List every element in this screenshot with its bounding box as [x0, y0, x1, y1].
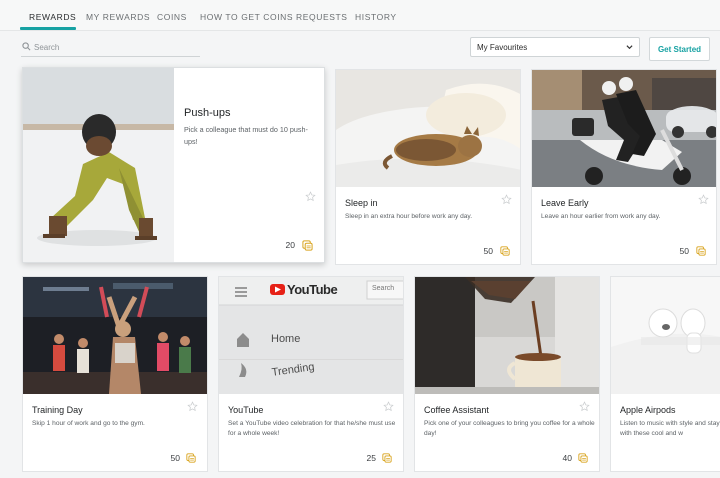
reward-description: Pick one of your colleagues to bring you… [424, 420, 595, 437]
reward-title: Apple Airpods [620, 405, 676, 415]
tab-history[interactable]: HISTORY [355, 12, 397, 22]
youtube-image: YouTube Search Home Trending [219, 277, 403, 394]
youtube-brand-text: YouTube [287, 282, 338, 297]
coin-icon [696, 246, 706, 256]
tab-my-rewards[interactable]: MY REWARDS [86, 12, 150, 22]
favorite-star-icon[interactable] [698, 194, 709, 205]
reward-card-push-ups[interactable]: Push-ups Pick a colleague that must do 1… [22, 67, 325, 263]
active-tab-indicator [20, 27, 76, 30]
coin-icon [302, 240, 313, 251]
reward-price: 50 [483, 246, 493, 256]
favorite-star-icon[interactable] [501, 194, 512, 205]
push-ups-image [23, 68, 174, 262]
favorite-star-icon[interactable] [579, 401, 590, 412]
tab-bar: REWARDS MY REWARDS COINS HOW TO GET COIN… [0, 0, 720, 31]
youtube-home-text: Home [271, 333, 301, 345]
tab-how-to-get-coins[interactable]: HOW TO GET COINS [200, 12, 293, 22]
reward-price: 20 [285, 240, 295, 250]
training-day-image [23, 277, 207, 394]
filter-select-value: My Favourites [477, 43, 528, 52]
get-started-button[interactable]: Get Started [649, 37, 710, 61]
youtube-search-text: Search [372, 285, 395, 292]
reward-description: Sleep in an extra hour before work any d… [345, 213, 473, 220]
tab-coins[interactable]: COINS [157, 12, 187, 22]
reward-price: 50 [679, 246, 689, 256]
reward-title: Coffee Assistant [424, 405, 489, 415]
reward-title: Leave Early [541, 198, 589, 208]
reward-description: Skip 1 hour of work and go to the gym. [32, 420, 145, 427]
reward-card-apple-airpods[interactable]: Apple Airpods Listen to music with style… [610, 276, 720, 472]
search-icon [22, 42, 31, 51]
coin-icon [500, 246, 510, 256]
reward-title: Training Day [32, 405, 83, 415]
filter-select[interactable]: My Favourites [470, 37, 640, 57]
chevron-down-icon [626, 45, 633, 50]
search-box [21, 38, 200, 57]
sleep-in-image [336, 70, 520, 187]
tab-requests[interactable]: REQUESTS [296, 12, 348, 22]
coin-icon [382, 453, 392, 463]
favorite-star-icon[interactable] [187, 401, 198, 412]
reward-title: Push-ups [184, 107, 231, 119]
reward-description: Pick a colleague that must do 10 push-up… [184, 125, 308, 146]
search-input[interactable] [34, 40, 194, 54]
reward-price: 40 [562, 453, 572, 463]
reward-card-leave-early[interactable]: Leave Early Leave an hour earlier from w… [531, 69, 717, 265]
favorite-star-icon[interactable] [305, 191, 316, 202]
reward-card-sleep-in[interactable]: Sleep in Sleep in an extra hour before w… [335, 69, 521, 265]
reward-title: YouTube [228, 405, 264, 415]
coin-icon [578, 453, 588, 463]
reward-card-coffee-assistant[interactable]: Coffee Assistant Pick one of your collea… [414, 276, 600, 472]
reward-title: Sleep in [345, 198, 378, 208]
apple-airpods-image [611, 277, 720, 394]
reward-price: 25 [366, 453, 376, 463]
tab-rewards[interactable]: REWARDS [29, 12, 76, 22]
reward-card-youtube[interactable]: YouTube Search Home Trending YouTube Set… [218, 276, 404, 472]
reward-description: Listen to music with style and stay tech… [620, 420, 720, 437]
coin-icon [186, 453, 196, 463]
reward-description: Leave an hour earlier from work any day. [541, 213, 661, 220]
reward-price: 50 [170, 453, 180, 463]
leave-early-image [532, 70, 716, 187]
reward-card-training-day[interactable]: Training Day Skip 1 hour of work and go … [22, 276, 208, 472]
reward-description: Set a YouTube video celebration for that… [228, 420, 396, 437]
favorite-star-icon[interactable] [383, 401, 394, 412]
coffee-assistant-image [415, 277, 599, 394]
